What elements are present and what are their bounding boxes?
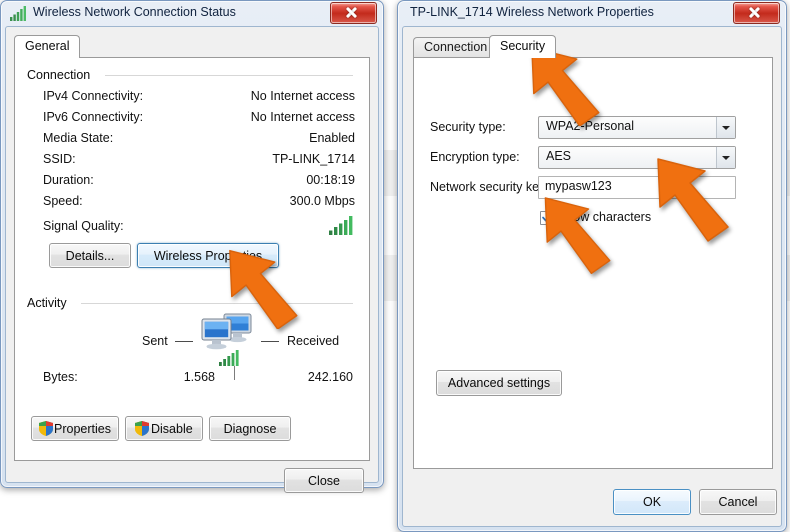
wireless-network-properties-window: TP-LINK_1714 Wireless Network Properties… [397,0,787,532]
uac-shield-icon [135,421,149,436]
tab-general[interactable]: General [14,35,81,58]
close-icon[interactable] [733,2,780,24]
chevron-down-icon[interactable] [716,117,735,138]
close-button[interactable]: Close [284,468,364,493]
tab-connection[interactable]: Connection [413,37,499,58]
activity-group-rule [81,303,353,304]
ipv4-connectivity-value: No Internet access [250,89,355,103]
ok-button[interactable]: OK [613,489,691,515]
media-state-value: Enabled [309,131,355,145]
wireless-properties-button-label: Wireless Properties [153,248,263,263]
network-security-key-label: Network security key [430,180,546,194]
chevron-down-icon[interactable] [716,147,735,168]
status-window-title: Wireless Network Connection Status [33,5,236,19]
details-button-label: Details... [65,248,115,263]
connection-group-label: Connection [27,68,96,82]
security-type-value: WPA2-Personal [546,119,634,133]
bytes-divider [234,366,235,380]
sent-label: Sent [142,334,168,348]
properties-titlebar[interactable]: TP-LINK_1714 Wireless Network Properties [398,1,786,27]
security-tab-panel: Security type: WPA2-Personal Encryption … [413,57,773,469]
activity-signal-bars-icon [219,350,239,366]
network-security-key-input[interactable]: mypasw123 [538,176,736,199]
wifi-signal-icon [10,6,26,21]
activity-group-label: Activity [27,296,72,310]
properties-window-title: TP-LINK_1714 Wireless Network Properties [410,5,654,19]
sent-bytes-value: 1.568 [183,370,215,384]
wireless-network-connection-status-window: Wireless Network Connection Status Gener… [0,0,384,493]
properties-window-body: Connection Security Security type: WPA2-… [402,26,782,527]
signal-quality-label: Signal Quality: [43,219,124,233]
ipv6-connectivity-label: IPv6 Connectivity: [43,110,144,124]
encryption-type-label: Encryption type: [430,150,520,164]
show-characters-label: Show characters [558,210,652,224]
status-window-body: General Connection IPv4 Connectivity: No… [5,26,379,493]
disable-button[interactable]: Disable [125,416,203,441]
connection-group-rule [105,75,353,76]
check-icon [542,212,553,222]
status-tabstrip: General [14,35,354,58]
security-type-select[interactable]: WPA2-Personal [538,116,736,139]
properties-tabstrip: Connection Security [413,35,753,58]
bytes-label: Bytes: [43,370,78,384]
ssid-label: SSID: [43,152,76,166]
speed-label: Speed: [43,194,83,208]
cancel-button[interactable]: Cancel [699,489,777,515]
checkbox-box[interactable] [540,211,554,225]
close-button-label: Close [308,473,340,488]
sent-dash [175,341,193,342]
duration-label: Duration: [43,173,94,187]
tab-connection-label: Connection [424,40,488,54]
tab-security[interactable]: Security [489,35,557,58]
ipv6-connectivity-value: No Internet access [250,110,355,124]
two-computers-icon [201,313,252,350]
properties-button[interactable]: Properties [31,416,119,441]
advanced-settings-button[interactable]: Advanced settings [436,370,562,396]
status-titlebar[interactable]: Wireless Network Connection Status [1,1,383,27]
tab-security-label: Security [500,39,546,53]
advanced-settings-button-label: Advanced settings [447,376,551,390]
ok-button-label: OK [642,495,662,509]
received-dash [261,341,279,342]
diagnose-button[interactable]: Diagnose [209,416,291,441]
cancel-button-label: Cancel [718,495,758,509]
disable-button-label: Disable [151,421,193,436]
duration-value: 00:18:19 [306,173,355,187]
security-type-label: Security type: [430,120,506,134]
encryption-type-select[interactable]: AES [538,146,736,169]
received-label: Received [287,334,340,348]
uac-shield-icon [39,421,53,436]
wireless-properties-button[interactable]: Wireless Properties [137,243,279,268]
ipv4-connectivity-label: IPv4 Connectivity: [43,89,144,103]
details-button[interactable]: Details... [49,243,131,268]
tab-general-label: General [25,39,70,53]
network-security-key-value: mypasw123 [545,179,612,193]
encryption-type-value: AES [546,149,572,163]
status-tab-panel: Connection IPv4 Connectivity: No Interne… [14,57,370,461]
received-bytes-value: 242.160 [307,370,353,384]
properties-button-label: Properties [54,421,111,436]
media-state-label: Media State: [43,131,114,145]
close-icon[interactable] [330,2,377,24]
ssid-value: TP-LINK_1714 [272,152,355,166]
diagnose-button-label: Diagnose [223,421,277,436]
speed-value: 300.0 Mbps [289,194,355,208]
signal-bars-icon [329,216,353,235]
